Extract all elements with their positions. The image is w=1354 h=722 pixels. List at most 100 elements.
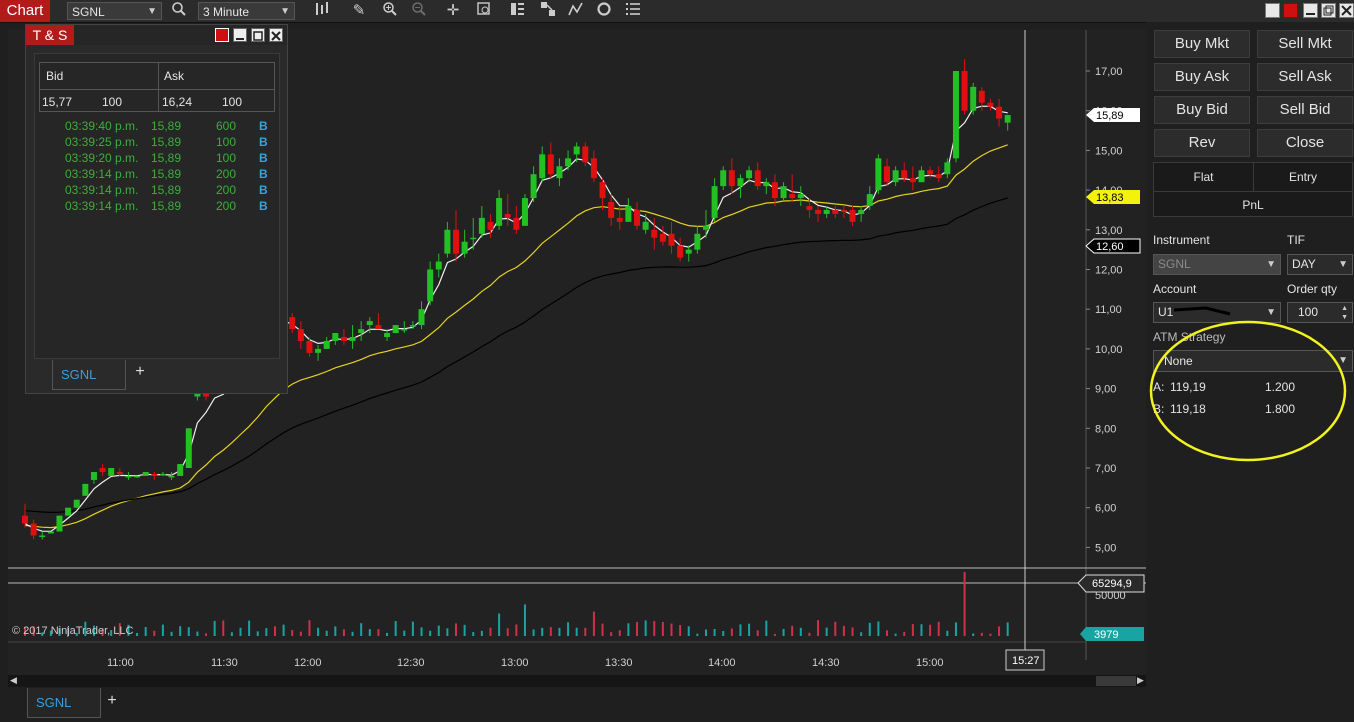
scroll-left-icon[interactable]: ◀ [10, 675, 17, 686]
candle-body [961, 71, 968, 111]
bid-size: 100 [102, 95, 123, 109]
cursor-time-label: 15:27 [1012, 655, 1040, 667]
candle-body [444, 229, 451, 254]
price-tick-label: 5,00 [1095, 542, 1116, 554]
candle-body [685, 249, 692, 254]
candle-body [418, 309, 425, 326]
copyright-label: © 2017 NinjaTrader, LLC [12, 625, 133, 637]
trade-price: 15,89 [151, 199, 182, 213]
candle-body [392, 325, 399, 334]
trade-row: 03:39:14 p.m. 15,89 200 B [35, 182, 281, 198]
ts-tab[interactable]: SGNL [52, 360, 126, 390]
close-icon[interactable] [1339, 3, 1354, 18]
candle-body [642, 221, 649, 230]
trade-price: 15,89 [151, 183, 182, 197]
sell-mkt-button[interactable]: Sell Mkt [1257, 30, 1353, 58]
candle-body [168, 475, 175, 478]
candle-body [530, 174, 537, 199]
trade-size: 200 [216, 183, 237, 197]
restore-button[interactable] [1321, 3, 1336, 18]
trade-side: B [259, 151, 268, 165]
sell-bid-button[interactable]: Sell Bid [1257, 96, 1353, 124]
candle-body [177, 464, 184, 476]
candle-body [780, 186, 787, 199]
strategies-icon[interactable] [538, 1, 558, 21]
price-tick-label: 17,00 [1095, 66, 1123, 78]
atm-strategy-label: ATM Strategy [1153, 330, 1226, 344]
zoom-in-icon[interactable] [380, 1, 400, 21]
buy-ask-button[interactable]: Buy Ask [1154, 63, 1250, 91]
time-and-sales-window[interactable]: T & S Bid Ask 15,77 100 16,24 100 03:39:… [25, 24, 288, 394]
zoom-out-icon[interactable] [409, 1, 429, 21]
stepper-arrows-icon[interactable]: ▲ ▼ [1341, 304, 1348, 322]
instrument-select[interactable]: SGNL ▼ [67, 2, 162, 20]
trade-price: 15,89 [151, 135, 182, 149]
scrollbar-thumb[interactable] [1096, 676, 1136, 686]
candle-body [349, 336, 356, 341]
candle-body [22, 515, 28, 524]
candle-body [332, 333, 339, 341]
sell-ask-button[interactable]: Sell Ask [1257, 63, 1353, 91]
search-icon[interactable] [169, 1, 189, 21]
account-select[interactable]: U1 ▼ [1153, 302, 1281, 323]
ma-yellow-marker: 13,83 [1086, 190, 1140, 204]
close-icon[interactable] [269, 28, 283, 42]
ts-add-tab-button[interactable]: + [130, 363, 150, 381]
window-title: Chart [0, 0, 50, 22]
candle-body [668, 233, 675, 246]
instrument-field-value: SGNL [1158, 257, 1191, 271]
minimize-button[interactable] [1303, 3, 1318, 18]
interval-select-value: 3 Minute [203, 5, 250, 19]
ts-maximize-button[interactable] [251, 28, 265, 42]
window-menu-button[interactable] [1265, 3, 1280, 18]
scroll-right-icon[interactable]: ▶ [1137, 675, 1144, 686]
list-icon[interactable] [623, 1, 643, 21]
candle-body [884, 166, 890, 183]
candle-body [521, 198, 528, 226]
properties-icon[interactable] [507, 1, 527, 21]
order-qty-stepper[interactable]: 100 ▲ ▼ [1287, 302, 1353, 323]
ts-tab-label: SGNL [61, 367, 97, 382]
time-tick-label: 14:30 [812, 657, 840, 669]
chart-trader-panel: Buy Mkt Sell Mkt Buy Ask Sell Ask Buy Bi… [1146, 22, 1354, 686]
pencil-icon[interactable]: ✎ [349, 1, 369, 21]
atm-strategy-select[interactable]: None ▼ [1153, 350, 1353, 372]
data-box-icon[interactable] [474, 1, 494, 21]
candle-body [401, 329, 408, 331]
a-label: A: [1153, 380, 1165, 394]
tif-select[interactable]: DAY ▼ [1287, 254, 1353, 275]
candle-body [289, 317, 296, 330]
candle-body [952, 71, 959, 159]
ma-black-marker: 12,60 [1085, 238, 1141, 254]
candle-body [565, 158, 572, 167]
add-tab-button[interactable]: + [102, 692, 122, 710]
rev-button[interactable]: Rev [1154, 129, 1250, 157]
ts-link-button[interactable] [215, 28, 229, 42]
time-tick-label: 15:00 [916, 657, 944, 669]
candle-body [840, 209, 847, 212]
trade-row: 03:39:20 p.m. 15,89 100 B [35, 150, 281, 166]
candle-body [547, 154, 554, 175]
instrument-field[interactable]: SGNL ▼ [1153, 254, 1281, 275]
candle-body [746, 170, 753, 179]
close-button[interactable]: Close [1257, 129, 1353, 157]
buy-bid-button[interactable]: Buy Bid [1154, 96, 1250, 124]
horizontal-scrollbar[interactable]: ◀ ▶ [8, 675, 1146, 687]
bar-type-icon[interactable] [312, 1, 332, 21]
refresh-icon[interactable] [594, 1, 614, 21]
interval-select[interactable]: 3 Minute ▼ [198, 2, 295, 20]
bid-label: Bid [46, 69, 64, 83]
ts-minimize-button[interactable] [233, 28, 247, 42]
price-tick-label: 12,00 [1095, 265, 1123, 277]
candle-body [944, 162, 951, 175]
indicators-icon[interactable] [566, 1, 586, 21]
link-color-button[interactable] [1283, 3, 1298, 18]
trade-row: 03:39:25 p.m. 15,89 100 B [35, 134, 281, 150]
chart-tab[interactable]: SGNL [27, 688, 101, 718]
buy-mkt-button[interactable]: Buy Mkt [1154, 30, 1250, 58]
order-qty-label: Order qty [1287, 282, 1338, 296]
crosshair-icon[interactable]: ✛ [443, 1, 463, 21]
trade-price: 15,89 [151, 151, 182, 165]
ts-title: T & S [26, 25, 74, 45]
trade-size: 100 [216, 135, 237, 149]
